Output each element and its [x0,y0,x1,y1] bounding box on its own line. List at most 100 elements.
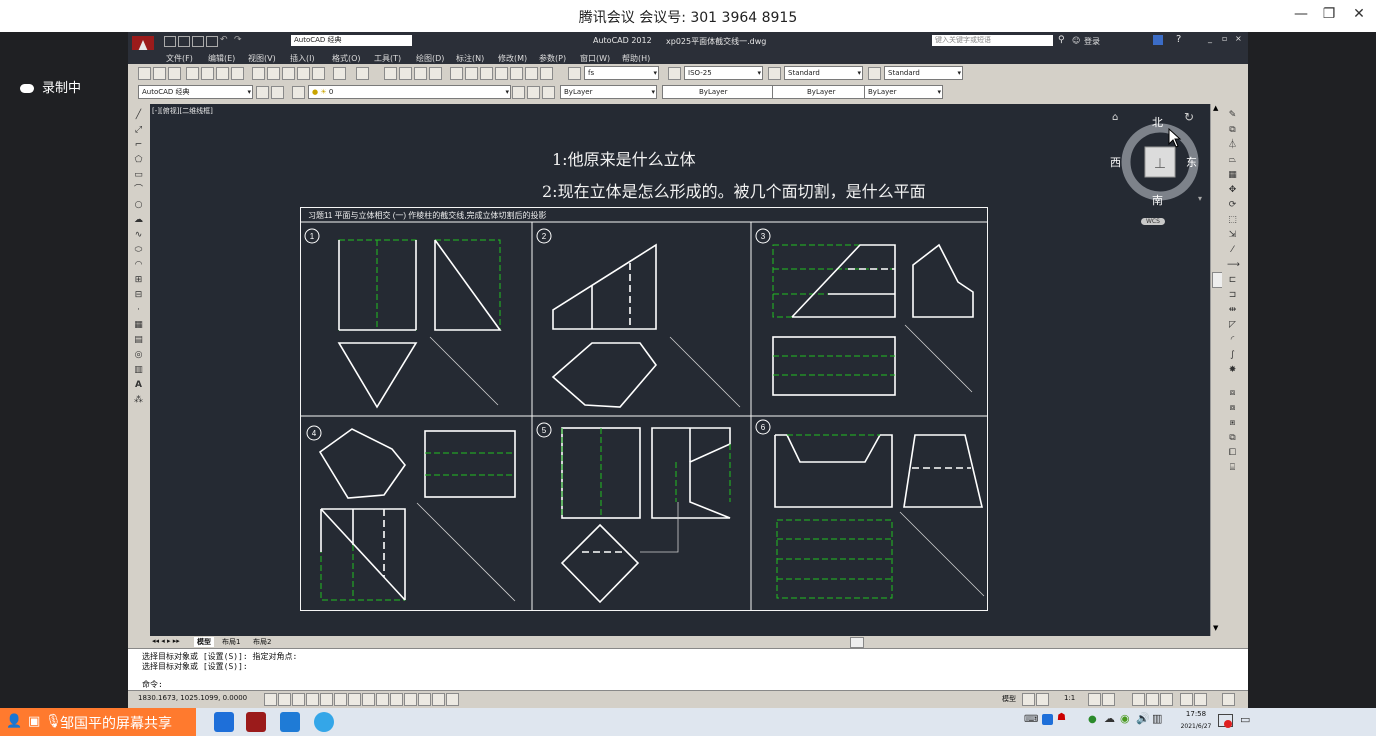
menu-tools[interactable]: 工具(T) [374,53,401,64]
grid-display-icon[interactable] [292,693,305,706]
zoom-window-icon[interactable] [414,67,427,80]
save-icon[interactable] [192,36,204,47]
menu-view[interactable]: 视图(V) [248,53,276,64]
block-editor-icon[interactable] [312,67,325,80]
quick-view-drawings-icon[interactable] [1036,693,1049,706]
send-under-icon[interactable]: ⧠ [1227,448,1238,459]
clock-time[interactable]: 17:58 [1176,710,1216,718]
trim-icon[interactable]: ⁄ [1227,245,1238,256]
tool-palettes-icon[interactable] [480,67,493,80]
hardware-acceleration-icon[interactable] [1160,693,1173,706]
spline-icon[interactable]: ∿ [133,230,144,241]
chamfer-icon[interactable]: ◸ [1227,320,1238,331]
move-icon[interactable]: ✥ [1227,185,1238,196]
workspace-settings-icon[interactable] [256,86,269,99]
construction-line-icon[interactable]: ⤢ [133,125,144,136]
open-icon[interactable] [178,36,190,47]
dim-style-select[interactable]: ISO-25 [684,66,763,80]
break-icon[interactable]: ⊐ [1227,290,1238,301]
tab-layout2[interactable]: 布局2 [253,637,271,647]
toolbar-help-icon[interactable] [540,67,553,80]
infer-constraints-icon[interactable] [264,693,277,706]
minimize-icon[interactable]: — [1290,6,1312,22]
model-space-label[interactable]: 模型 [1002,694,1016,704]
undo-tool-icon[interactable] [333,67,346,80]
tray-update-icon[interactable]: ◉ [1120,712,1130,725]
explode-icon[interactable]: ✸ [1227,365,1238,376]
search-input[interactable]: 键入关键字或短语 [932,35,1053,46]
ellipse-arc-icon[interactable]: ◠ [133,260,144,271]
tab-nav-icon[interactable]: ◂◂ ◂ ▸ ▸▸ [152,637,180,645]
workspace-toolbar-select[interactable]: AutoCAD 经典 [138,85,253,99]
tray-keyboard-icon[interactable]: ⌨ [1024,714,1038,725]
bring-above-icon[interactable]: ⧉ [1227,433,1238,444]
zoom-realtime-icon[interactable] [399,67,412,80]
save-file-icon[interactable] [168,67,181,80]
tray-security-icon[interactable]: ● [1088,714,1097,725]
volume-icon[interactable]: 🔊 [1136,712,1150,725]
isolate-objects-icon[interactable] [1180,693,1193,706]
circle-icon[interactable]: ○ [133,200,144,211]
taskbar-autocad-icon[interactable] [246,712,266,732]
taskbar-tencent-meeting-icon[interactable] [280,712,300,732]
undo-icon[interactable]: ↶ [220,35,228,45]
open-file-icon[interactable] [153,67,166,80]
preview-icon[interactable] [201,67,214,80]
hatch-icon[interactable]: ▦ [133,320,144,331]
polygon-icon[interactable]: ⬠ [133,155,144,166]
point-icon[interactable]: · [133,305,144,316]
table-style-select[interactable]: Standard [784,66,863,80]
ortho-mode-icon[interactable] [306,693,319,706]
lineweight-display-icon[interactable] [404,693,417,706]
offset-icon[interactable]: ⏢ [1227,155,1238,166]
stretch-icon[interactable]: ⇲ [1227,230,1238,241]
dynamic-input-icon[interactable] [390,693,403,706]
toolbar-lock-icon[interactable] [1146,693,1159,706]
3d-print-icon[interactable] [231,67,244,80]
login-link[interactable]: 登录 [1084,36,1100,47]
design-center-icon[interactable] [465,67,478,80]
selection-cycling-icon[interactable] [446,693,459,706]
text-front-icon[interactable]: ⌸ [1227,463,1238,474]
insert-block-icon[interactable]: ⊞ [133,275,144,286]
text-style-select[interactable]: fs [584,66,659,80]
annotation-visibility-icon[interactable] [1088,693,1101,706]
sheet-set-icon[interactable] [495,67,508,80]
arc-icon[interactable]: ⌒ [133,185,144,196]
line-tool-icon[interactable]: ╱ [133,110,144,121]
gradient-icon[interactable]: ▤ [133,335,144,346]
tab-layout1[interactable]: 布局1 [222,637,240,647]
viewcube-menu-icon[interactable]: ▾ [1198,194,1202,203]
draw-order-back-icon[interactable]: ⧆ [1227,418,1238,429]
erase-icon[interactable]: ✎ [1227,110,1238,121]
hscroll-thumb[interactable] [850,637,864,648]
scroll-down-icon[interactable]: ▼ [1213,624,1218,632]
cut-icon[interactable] [252,67,265,80]
rectangle-icon[interactable]: ▭ [133,170,144,181]
compass-west[interactable]: 西 [1110,154,1121,170]
help-icon[interactable]: ? [1176,34,1181,45]
workspace-save-icon[interactable] [271,86,284,99]
table-style-icon[interactable] [768,67,781,80]
status-menu-icon[interactable] [1194,693,1207,706]
binoculars-icon[interactable]: ⚲ [1058,35,1065,45]
quick-view-layouts-icon[interactable] [1022,693,1035,706]
table-icon[interactable]: ▥ [133,365,144,376]
markup-icon[interactable] [510,67,523,80]
snap-mode-icon[interactable] [278,693,291,706]
exchange-icon[interactable] [1153,35,1163,45]
layer-select[interactable]: ● ☀ 0 [308,85,511,99]
publish-icon[interactable] [216,67,229,80]
redo-icon[interactable]: ↷ [234,35,242,45]
menu-modify[interactable]: 修改(M) [498,53,527,64]
menu-file[interactable]: 文件(F) [166,53,193,64]
taskbar-browser-icon[interactable] [314,712,334,732]
qnew-icon[interactable] [138,67,151,80]
dim-style-icon[interactable] [668,67,681,80]
command-line[interactable]: 选择目标对象或 [设置(S)]: 指定对角点: 选择目标对象或 [设置(S)]:… [128,648,1248,691]
multileader-style-icon[interactable] [868,67,881,80]
layer-states-icon[interactable] [542,86,555,99]
print-icon[interactable] [206,36,218,47]
coordinates[interactable]: 1830.1673, 1025.1099, 0.0000 [138,694,247,702]
menu-edit[interactable]: 编辑(E) [208,53,235,64]
